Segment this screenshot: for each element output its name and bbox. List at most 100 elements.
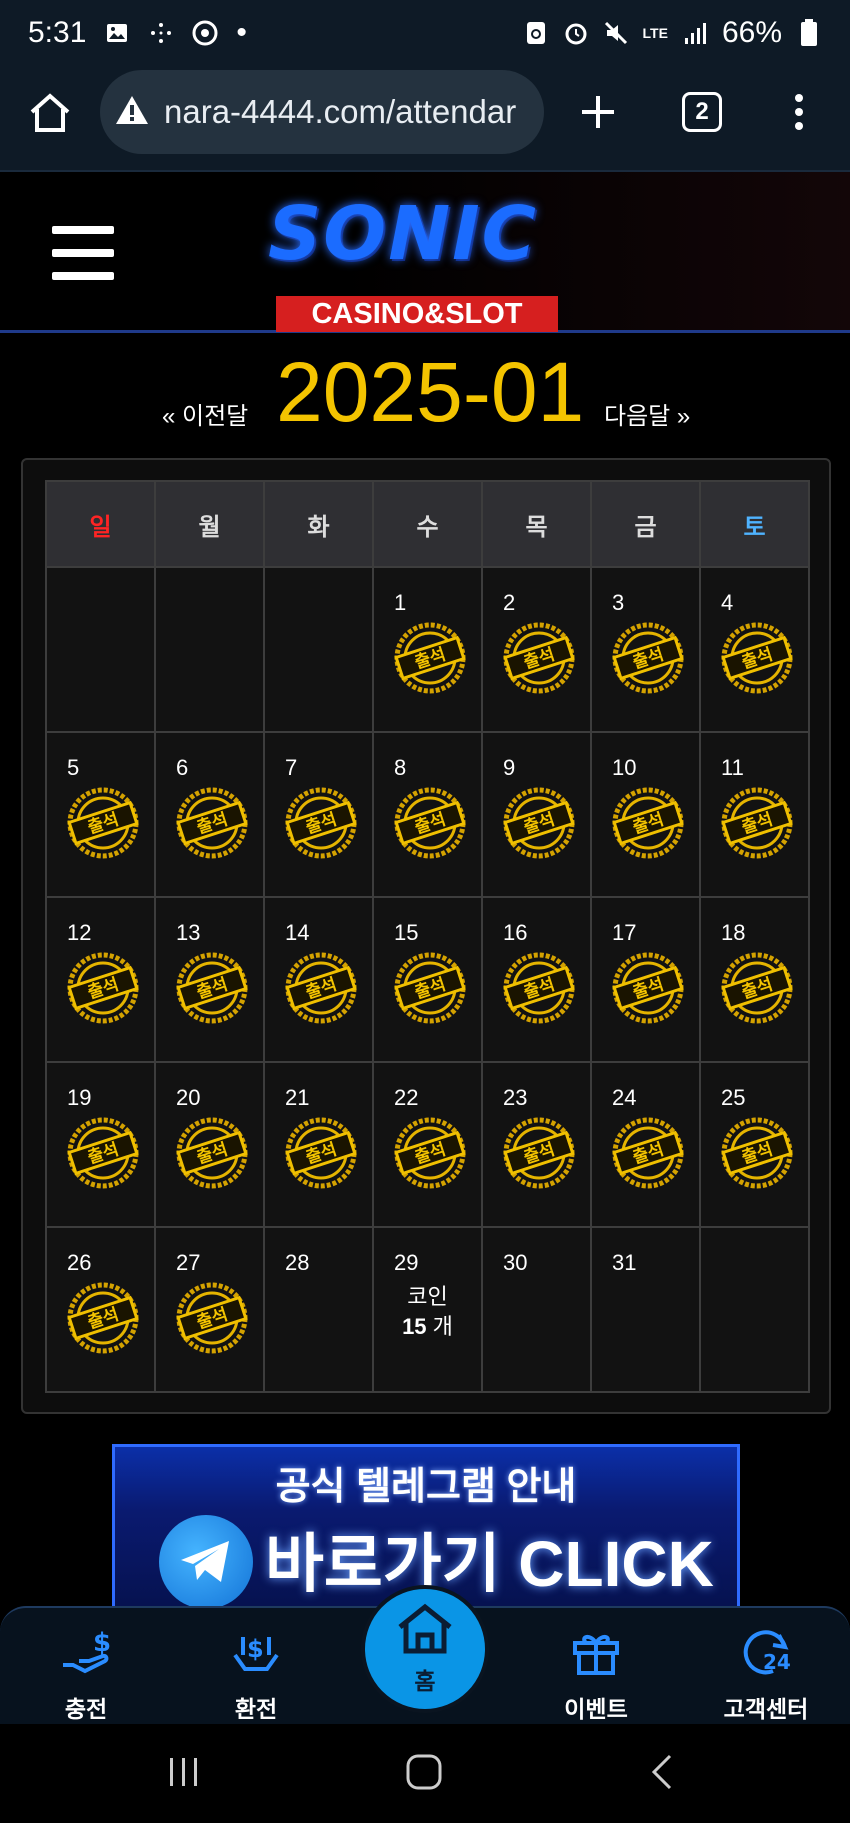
calendar-empty-cell [154, 566, 265, 733]
day-number: 24 [612, 1085, 637, 1110]
weekday-header-row: 일 월 화 수 목 금 토 [45, 480, 810, 568]
day-number: 16 [503, 920, 528, 945]
back-icon[interactable] [648, 1752, 674, 1796]
tab-count: 2 [695, 98, 709, 125]
attendance-stamp-icon: 출석 [719, 1115, 795, 1191]
calendar-empty-cell [263, 566, 374, 733]
coin-reward: 코인 15 개 [374, 1282, 481, 1342]
day-number: 23 [503, 1085, 528, 1110]
nav-event[interactable]: 이벤트 [536, 1622, 656, 1724]
day-number: 19 [67, 1085, 92, 1110]
attendance-stamp-icon: 출석 [392, 620, 468, 696]
day-number: 21 [285, 1085, 310, 1110]
prev-month-link[interactable]: « 이전달 [162, 396, 248, 431]
attendance-stamp-icon: 출석 [174, 950, 250, 1026]
nav-support[interactable]: 24 고객센터 [706, 1622, 826, 1724]
overflow-menu-icon[interactable] [792, 92, 806, 137]
day-number: 4 [721, 590, 734, 615]
nav-home-button[interactable]: 홈 [361, 1585, 489, 1713]
calendar-day-cell: 31 [590, 1226, 701, 1393]
home-icon[interactable] [28, 92, 72, 139]
calendar-day-cell: 11 출석 [699, 731, 810, 898]
calendar-day-cell: 10 출석 [590, 731, 701, 898]
battery-percent: 66% [721, 16, 782, 49]
next-month-link[interactable]: 다음달 » [604, 396, 690, 431]
home-nav-icon [396, 1603, 454, 1660]
calendar-week-row: 5 출석 6 출석 7 출석 8 출석 9 출석 10 출석 11 출석 [45, 731, 810, 898]
calendar-day-cell: 8 출석 [372, 731, 483, 898]
attendance-stamp-icon: 출석 [610, 620, 686, 696]
day-number: 31 [612, 1250, 637, 1275]
calendar-day-cell: 6 출석 [154, 731, 265, 898]
tab-switcher-button[interactable]: 2 [682, 92, 722, 132]
calendar-day-cell: 13 출석 [154, 896, 265, 1063]
gallery-icon [104, 20, 130, 46]
calendar-day-cell: 7 출석 [263, 731, 374, 898]
attendance-stamp-icon: 출석 [174, 1280, 250, 1356]
attendance-stamp-icon: 출석 [719, 950, 795, 1026]
day-number: 7 [285, 755, 298, 780]
site-header: SONIC CASINO&SLOT [0, 170, 850, 333]
day-number: 22 [394, 1085, 419, 1110]
hamburger-menu-icon[interactable] [52, 226, 114, 280]
nav-support-label: 고객센터 [723, 1696, 809, 1722]
site-logo[interactable]: SONIC CASINO&SLOT [240, 194, 580, 332]
calendar-day-cell: 4 출석 [699, 566, 810, 733]
day-number: 13 [176, 920, 201, 945]
day-number: 8 [394, 755, 407, 780]
support-24-icon: 24 [706, 1622, 826, 1682]
calendar-day-cell: 27 출석 [154, 1226, 265, 1393]
attendance-stamp-icon: 출석 [283, 785, 359, 861]
clock: 5:31 [28, 16, 87, 49]
day-number: 11 [721, 755, 744, 780]
network-label: LTE [642, 25, 668, 41]
nav-exchange[interactable]: $ 환전 [196, 1622, 316, 1724]
calendar-week-row: 26 출석 27 출석 28 29 코인 15 개 30 31 [45, 1226, 810, 1393]
alarm-icon [563, 20, 589, 46]
weekday-wed: 수 [372, 480, 483, 568]
calendar-day-cell: 2 출석 [481, 566, 592, 733]
attendance-stamp-icon: 출석 [501, 620, 577, 696]
nav-charge[interactable]: $ 충전 [26, 1622, 146, 1724]
attendance-stamp-icon: 출석 [610, 950, 686, 1026]
nav-charge-label: 충전 [64, 1696, 108, 1722]
day-number: 26 [67, 1250, 92, 1275]
attendance-stamp-icon: 출석 [610, 1115, 686, 1191]
home-system-icon[interactable] [404, 1752, 444, 1796]
weekday-tue: 화 [263, 480, 374, 568]
calendar-day-cell: 21 출석 [263, 1061, 374, 1228]
calendar-day-cell: 29 코인 15 개 [372, 1226, 483, 1393]
address-bar[interactable]: nara-4444.com/attendar [100, 70, 544, 154]
day-number: 6 [176, 755, 189, 780]
system-navigation-bar [0, 1724, 850, 1823]
month-navigation: « 이전달 2025-01 다음달 » [0, 340, 850, 440]
attendance-stamp-icon: 출석 [65, 1115, 141, 1191]
chrome-icon [192, 20, 218, 46]
day-number: 15 [394, 920, 419, 945]
battery-icon [796, 19, 822, 46]
calendar-day-cell: 23 출석 [481, 1061, 592, 1228]
calendar-week-row: 19 출석 20 출석 21 출석 22 출석 23 출석 24 출석 25 출… [45, 1061, 810, 1228]
banner-cta: 바로가기 CLICK [265, 1528, 714, 1600]
logo-sub-text: CASINO&SLOT [276, 296, 558, 332]
new-tab-icon[interactable] [578, 92, 618, 137]
calendar-day-cell: 25 출석 [699, 1061, 810, 1228]
attendance-stamp-icon: 출석 [501, 950, 577, 1026]
nav-event-label: 이벤트 [564, 1696, 628, 1722]
calendar-day-cell: 17 출석 [590, 896, 701, 1063]
attendance-stamp-icon: 출석 [283, 1115, 359, 1191]
attendance-stamp-icon: 출석 [283, 950, 359, 1026]
url-text[interactable]: nara-4444.com/attendar [164, 93, 534, 131]
day-number: 28 [285, 1250, 310, 1275]
attendance-stamp-icon: 출석 [719, 620, 795, 696]
calendar-day-cell: 12 출석 [45, 896, 156, 1063]
day-number: 18 [721, 920, 746, 945]
warning-icon[interactable] [114, 94, 150, 131]
banner-title: 공식 텔레그램 안내 [275, 1466, 577, 1508]
nav-exchange-label: 환전 [234, 1696, 278, 1722]
calendar-day-cell: 20 출석 [154, 1061, 265, 1228]
recycle-icon [523, 20, 549, 46]
recent-apps-icon[interactable] [166, 1752, 202, 1796]
coin-unit: 개 [432, 1314, 453, 1339]
attendance-stamp-icon: 출석 [719, 785, 795, 861]
